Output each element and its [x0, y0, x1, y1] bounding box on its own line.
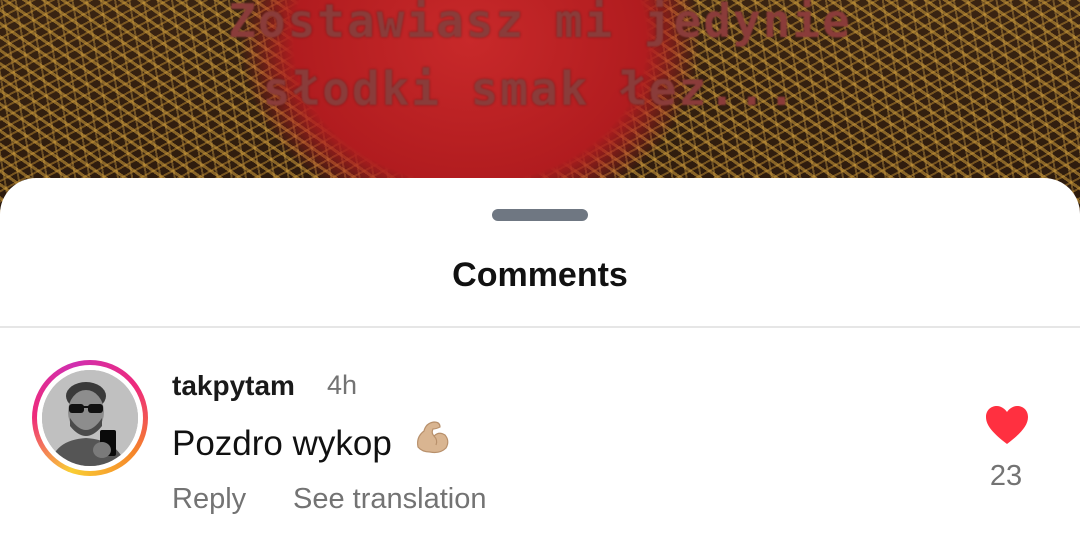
avatar: [42, 370, 138, 466]
comments-sheet: Comments takpytam 4h Pozdro wykop Reply …: [0, 178, 1080, 544]
sheet-drag-handle[interactable]: [492, 209, 588, 221]
avatar-ring-gap: [37, 365, 143, 471]
avatar-story-ring[interactable]: [32, 360, 148, 476]
comment-text: Pozdro wykop: [172, 424, 392, 463]
sheet-title: Comments: [452, 256, 628, 294]
heart-icon[interactable]: [984, 404, 1030, 446]
post-caption-line2: słodki smak łez...: [262, 62, 798, 116]
reply-button[interactable]: Reply: [172, 483, 246, 516]
comment-item: takpytam 4h Pozdro wykop Reply See trans…: [0, 328, 1080, 544]
see-translation-button[interactable]: See translation: [293, 483, 486, 516]
comment-body: Pozdro wykop: [172, 421, 452, 466]
like-count: 23: [989, 460, 1023, 492]
avatar-photo-icon: [42, 370, 138, 466]
flexed-biceps-icon: [412, 417, 452, 466]
comment-username[interactable]: takpytam: [172, 370, 295, 402]
screen: Zostawiasz mi jedynie słodki smak łez...…: [0, 0, 1080, 544]
post-caption-line1: Zostawiasz mi jedynie: [228, 0, 852, 48]
comment-timestamp: 4h: [327, 370, 358, 400]
